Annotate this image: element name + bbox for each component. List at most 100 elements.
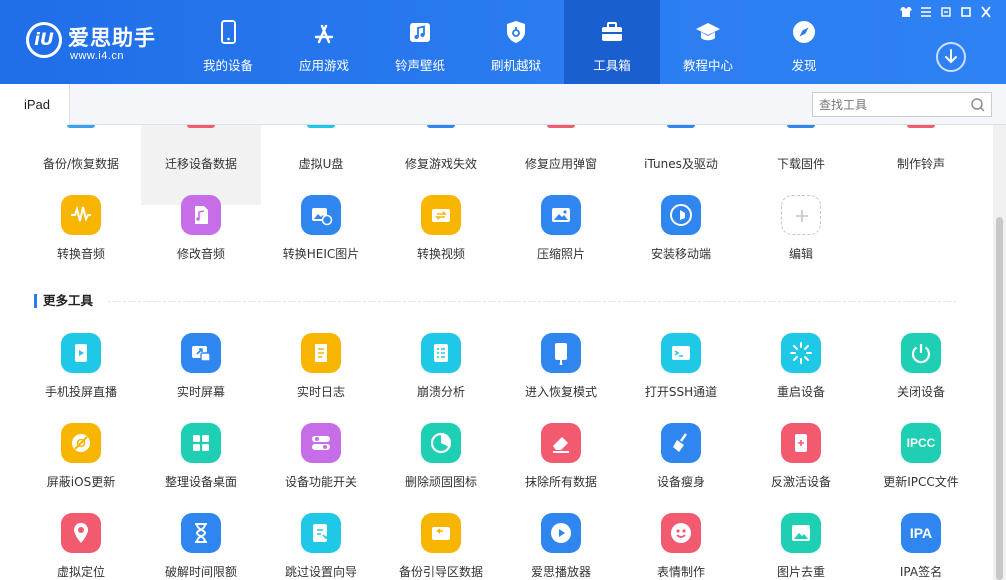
tool-item[interactable]: 整理设备桌面 bbox=[141, 423, 261, 513]
tool-label: iTunes及驱动 bbox=[644, 157, 718, 171]
block-update-icon bbox=[61, 423, 101, 463]
tool-item[interactable]: 跳过设置向导 bbox=[261, 513, 381, 580]
realtime-screen-icon bbox=[181, 333, 221, 373]
tool-item[interactable]: 表情制作 bbox=[621, 513, 741, 580]
clipped-icon-edge bbox=[547, 125, 575, 128]
phone-icon bbox=[221, 20, 236, 44]
scrollbar-thumb[interactable] bbox=[996, 217, 1003, 580]
tool-label: 打开SSH通道 bbox=[644, 385, 718, 399]
tool-item[interactable]: 虚拟U盘 bbox=[261, 125, 381, 205]
tool-label: 转换视频 bbox=[416, 247, 465, 261]
tool-label: 实时屏幕 bbox=[176, 385, 225, 399]
tool-item[interactable]: 压缩照片 bbox=[501, 195, 621, 285]
screen-cast-icon bbox=[61, 333, 101, 373]
tool-item[interactable]: 修改音频 bbox=[141, 195, 261, 285]
tool-item[interactable]: 设备功能开关 bbox=[261, 423, 381, 513]
tool-item[interactable]: 抹除所有数据 bbox=[501, 423, 621, 513]
tool-item[interactable]: 转换HEIC图片 bbox=[261, 195, 381, 285]
tool-label: 修复应用弹窗 bbox=[524, 157, 597, 171]
nav-label: 我的设备 bbox=[202, 58, 253, 73]
minimize-button[interactable] bbox=[938, 6, 954, 20]
play-icon bbox=[541, 513, 581, 553]
section-divider bbox=[108, 301, 956, 302]
tool-label: 下载固件 bbox=[776, 157, 825, 171]
device-tab-ipad[interactable]: iPad bbox=[0, 84, 70, 125]
shirt-icon bbox=[900, 7, 912, 17]
nav-tutorials[interactable]: 教程中心 bbox=[660, 0, 756, 84]
audio-wave-icon bbox=[61, 195, 101, 235]
deactivate-icon bbox=[781, 423, 821, 463]
graduation-cap-icon bbox=[696, 23, 720, 41]
tool-item[interactable]: 手机投屏直播 bbox=[21, 333, 141, 423]
tool-label: IPA签名 bbox=[899, 565, 943, 579]
nav-apps-games[interactable]: 应用游戏 bbox=[276, 0, 372, 84]
search-input[interactable] bbox=[813, 93, 963, 116]
brand-logo-icon: iU bbox=[26, 22, 62, 58]
skip-wizard-icon bbox=[301, 513, 341, 553]
tool-item[interactable]: 迁移设备数据 bbox=[141, 125, 261, 205]
nav-label: 刷机越狱 bbox=[490, 58, 541, 73]
tool-item[interactable]: 屏蔽iOS更新 bbox=[21, 423, 141, 513]
tool-label: 手机投屏直播 bbox=[44, 385, 117, 399]
tool-item[interactable]: 虚拟定位 bbox=[21, 513, 141, 580]
close-button[interactable] bbox=[978, 6, 994, 20]
close-icon bbox=[981, 6, 991, 18]
search-box[interactable] bbox=[812, 92, 992, 117]
crash-report-icon bbox=[421, 333, 461, 373]
tool-item[interactable]: 进入恢复模式 bbox=[501, 333, 621, 423]
tool-item[interactable]: 崩溃分析 bbox=[381, 333, 501, 423]
tool-item[interactable]: 转换视频 bbox=[381, 195, 501, 285]
tool-item[interactable]: 备份/恢复数据 bbox=[21, 125, 141, 205]
tool-item[interactable]: IPCC 更新IPCC文件 bbox=[861, 423, 981, 513]
vertical-scrollbar[interactable] bbox=[993, 125, 1006, 580]
tool-label: 图片去重 bbox=[776, 565, 825, 579]
toolbox-content: 备份/恢复数据 迁移设备数据 虚拟U盘 修复游戏失效 修复应用弹窗 iTunes及驱动 下载… bbox=[0, 125, 993, 580]
list-icon bbox=[921, 7, 931, 17]
tool-item[interactable]: 实时屏幕 bbox=[141, 333, 261, 423]
tool-item[interactable]: 编辑 bbox=[741, 195, 861, 285]
skin-button[interactable] bbox=[898, 6, 914, 20]
restart-icon bbox=[781, 333, 821, 373]
tool-label: 备份引导区数据 bbox=[398, 565, 483, 579]
nav-ringtones-wallpapers[interactable]: 铃声壁纸 bbox=[372, 0, 468, 84]
nav-flash-jailbreak[interactable]: 刷机越狱 bbox=[468, 0, 564, 84]
tool-item[interactable]: IPA IPA签名 bbox=[861, 513, 981, 580]
ipa-sign-icon: IPA bbox=[901, 513, 941, 553]
tool-item[interactable]: 安装移动端 bbox=[621, 195, 741, 285]
tool-item[interactable]: 修复应用弹窗 bbox=[501, 125, 621, 205]
search-icon[interactable] bbox=[970, 97, 986, 113]
menu-button[interactable] bbox=[918, 6, 934, 20]
tool-item[interactable]: 反激活设备 bbox=[741, 423, 861, 513]
tool-item[interactable]: 破解时间限额 bbox=[141, 513, 261, 580]
tool-item[interactable]: 删除顽固图标 bbox=[381, 423, 501, 513]
tool-label: 破解时间限额 bbox=[164, 565, 237, 579]
tool-item[interactable]: 修复游戏失效 bbox=[381, 125, 501, 205]
tool-label: 修复游戏失效 bbox=[404, 157, 477, 171]
tool-item[interactable]: 备份引导区数据 bbox=[381, 513, 501, 580]
tool-item[interactable]: 设备瘦身 bbox=[621, 423, 741, 513]
compass-icon bbox=[793, 21, 815, 43]
tool-item[interactable]: 实时日志 bbox=[261, 333, 381, 423]
tool-item[interactable]: 关闭设备 bbox=[861, 333, 981, 423]
maximize-button[interactable] bbox=[958, 6, 974, 20]
tool-item[interactable]: 制作铃声 bbox=[861, 125, 981, 205]
tool-item[interactable]: iTunes及驱动 bbox=[621, 125, 741, 205]
nav-my-device[interactable]: 我的设备 bbox=[180, 0, 276, 84]
i4-app-icon bbox=[661, 195, 701, 235]
nav-discover[interactable]: 发现 bbox=[756, 0, 852, 84]
tool-item[interactable]: 下载固件 bbox=[741, 125, 861, 205]
tool-item[interactable]: 重启设备 bbox=[741, 333, 861, 423]
download-button[interactable] bbox=[936, 42, 966, 72]
tool-label: 备份/恢复数据 bbox=[42, 157, 120, 171]
tool-item[interactable]: 转换音频 bbox=[21, 195, 141, 285]
tool-item[interactable]: 图片去重 bbox=[741, 513, 861, 580]
shield-icon bbox=[507, 21, 525, 43]
tool-label: 转换HEIC图片 bbox=[282, 247, 360, 261]
clipped-icon-edge bbox=[67, 125, 95, 128]
nav-toolbox[interactable]: 工具箱 bbox=[564, 0, 660, 84]
minimize-icon bbox=[941, 7, 951, 17]
tool-label: 表情制作 bbox=[656, 565, 705, 579]
nav-label: 发现 bbox=[791, 58, 817, 73]
tool-item[interactable]: 爱思播放器 bbox=[501, 513, 621, 580]
tool-item[interactable]: 打开SSH通道 bbox=[621, 333, 741, 423]
